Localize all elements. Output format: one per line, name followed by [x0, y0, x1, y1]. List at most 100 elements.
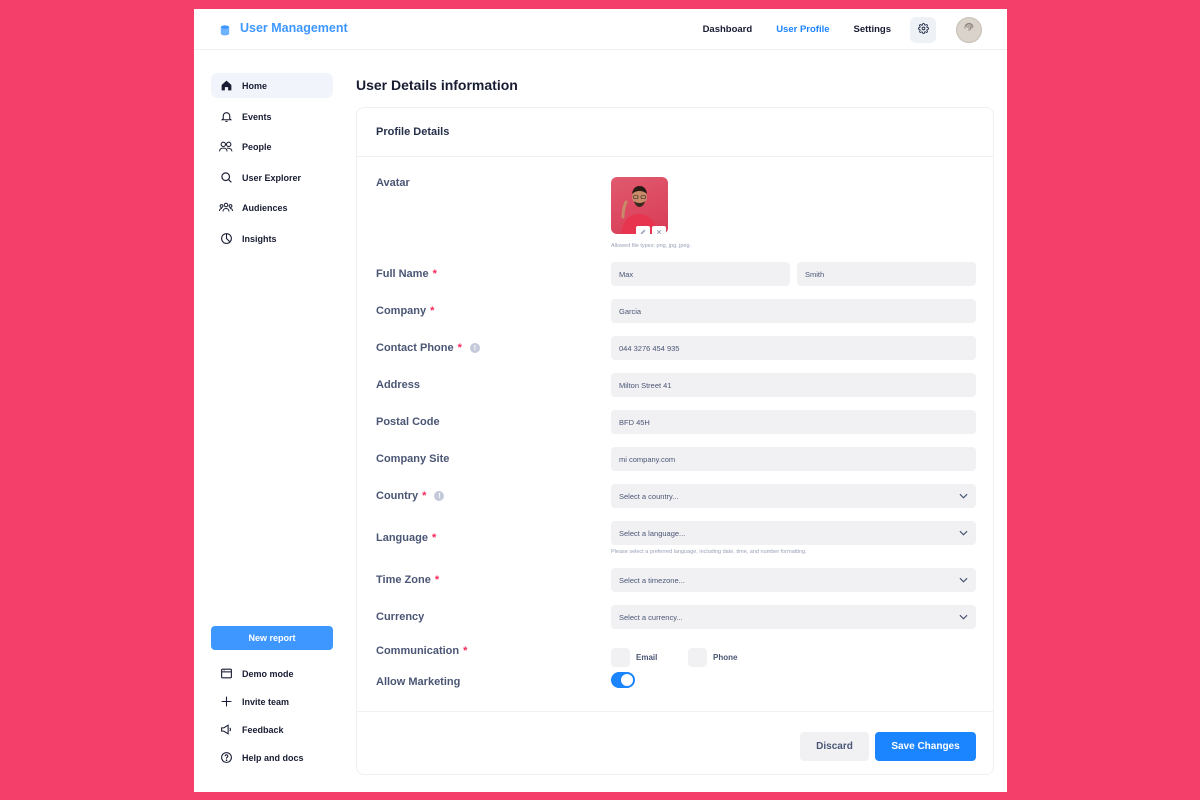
sidebar-item-events[interactable]: Events	[211, 104, 333, 129]
currency-label: Currency	[376, 611, 424, 623]
edit-avatar-button[interactable]	[636, 226, 650, 234]
full-name-label-text: Full Name	[376, 268, 429, 280]
sidebar-item-label: Home	[242, 80, 268, 91]
country-select[interactable]: Select a country...	[611, 484, 976, 508]
chevron-down-icon	[959, 492, 968, 501]
language-label: Language *	[376, 532, 436, 544]
avatar-image[interactable]	[611, 177, 668, 234]
card-footer-divider	[357, 711, 993, 712]
fingerprint-icon	[962, 21, 976, 40]
info-icon[interactable]: !	[469, 343, 480, 353]
postal-code-input[interactable]	[611, 410, 976, 434]
user-avatar[interactable]	[956, 17, 982, 43]
close-icon	[656, 222, 662, 234]
language-select[interactable]: Select a language...	[611, 521, 976, 545]
window-icon	[219, 667, 233, 681]
required-marker: *	[463, 645, 468, 657]
plus-icon	[219, 695, 233, 709]
contact-phone-label: Contact Phone * !	[376, 342, 480, 354]
postal-code-label: Postal Code	[376, 416, 440, 428]
card-title: Profile Details	[376, 126, 450, 138]
currency-select[interactable]: Select a currency...	[611, 605, 976, 629]
sidebar-item-invite-team[interactable]: Invite team	[211, 689, 333, 714]
full-name-label: Full Name *	[376, 268, 437, 280]
allow-marketing-label-text: Allow Marketing	[376, 676, 461, 688]
language-select-value: Select a language...	[619, 528, 686, 538]
last-name-input[interactable]	[797, 262, 976, 286]
address-label-text: Address	[376, 379, 421, 391]
sidebar-item-help-and-docs[interactable]: Help and docs	[211, 745, 333, 770]
remove-avatar-button[interactable]	[652, 226, 666, 234]
sidebar-item-label: Help and docs	[242, 752, 304, 763]
sidebar-item-insights[interactable]: Insights	[211, 226, 333, 251]
company-site-label-text: Company Site	[376, 453, 450, 465]
currency-select-value: Select a currency...	[619, 612, 683, 622]
time-zone-label: Time Zone *	[376, 574, 439, 586]
contact-phone-input[interactable]	[611, 336, 976, 360]
top-nav: Dashboard User Profile Settings	[703, 24, 891, 35]
home-icon	[219, 79, 233, 93]
sidebar-item-demo-mode[interactable]: Demo mode	[211, 661, 333, 686]
chevron-down-icon	[959, 576, 968, 585]
address-label: Address	[376, 379, 420, 391]
postal-code-label-text: Postal Code	[376, 416, 440, 428]
email-checkbox-label[interactable]: Email	[636, 653, 657, 662]
phone-checkbox[interactable]	[688, 648, 707, 667]
app-title: User Management	[240, 21, 348, 35]
settings-button[interactable]	[910, 17, 936, 43]
sidebar-item-label: Invite team	[242, 696, 290, 707]
chevron-down-icon	[959, 529, 968, 538]
sidebar-item-label: Events	[242, 111, 272, 122]
nav-dashboard[interactable]: Dashboard	[703, 24, 753, 35]
new-report-button[interactable]: New report	[211, 626, 333, 650]
address-input[interactable]	[611, 373, 976, 397]
chevron-down-icon	[959, 613, 968, 622]
contact-phone-label-text: Contact Phone	[376, 342, 454, 354]
megaphone-icon	[219, 723, 233, 737]
question-icon	[219, 751, 233, 765]
gear-icon	[917, 21, 929, 39]
info-icon[interactable]: !	[434, 491, 445, 501]
sidebar-item-label: Insights	[242, 233, 277, 244]
sidebar-item-label: Feedback	[242, 724, 284, 735]
sidebar-item-label: Demo mode	[242, 668, 294, 679]
sidebar-item-audiences[interactable]: Audiences	[211, 195, 333, 220]
app-window: User Management Dashboard User Profile S…	[194, 9, 1007, 792]
top-header: User Management Dashboard User Profile S…	[194, 9, 1007, 50]
currency-label-text: Currency	[376, 611, 425, 623]
card-header: Profile Details	[357, 108, 993, 157]
sidebar-item-feedback[interactable]: Feedback	[211, 717, 333, 742]
nav-user-profile[interactable]: User Profile	[776, 24, 829, 35]
sidebar-item-people[interactable]: People	[211, 134, 333, 159]
company-site-label: Company Site	[376, 453, 449, 465]
email-checkbox[interactable]	[611, 648, 630, 667]
brand[interactable]: User Management	[220, 21, 348, 35]
required-marker: *	[430, 305, 435, 317]
required-marker: *	[434, 574, 440, 586]
required-marker: *	[431, 532, 437, 544]
time-zone-label-text: Time Zone	[376, 574, 431, 586]
discard-button[interactable]: Discard	[800, 732, 869, 761]
country-label: Country * !	[376, 490, 445, 502]
company-site-input[interactable]	[611, 447, 976, 471]
pencil-icon	[640, 222, 646, 234]
allow-marketing-label: Allow Marketing	[376, 676, 460, 688]
allow-marketing-toggle[interactable]	[611, 672, 635, 688]
pie-chart-icon	[219, 232, 233, 246]
nav-settings[interactable]: Settings	[854, 24, 891, 35]
required-marker: *	[432, 268, 437, 280]
sidebar-item-home[interactable]: Home	[211, 73, 333, 98]
page-title: User Details information	[356, 77, 518, 93]
communication-label: Communication *	[376, 645, 467, 657]
first-name-input[interactable]	[611, 262, 790, 286]
company-input[interactable]	[611, 299, 976, 323]
company-label-text: Company	[376, 305, 427, 317]
phone-checkbox-label[interactable]: Phone	[713, 653, 737, 662]
sidebar-item-user-explorer[interactable]: User Explorer	[211, 165, 333, 190]
time-zone-select[interactable]: Select a timezone...	[611, 568, 976, 592]
country-select-value: Select a country...	[619, 491, 679, 501]
bell-icon	[219, 110, 233, 124]
audiences-icon	[219, 201, 233, 215]
language-label-text: Language	[376, 532, 428, 544]
save-changes-button[interactable]: Save Changes	[875, 732, 976, 761]
